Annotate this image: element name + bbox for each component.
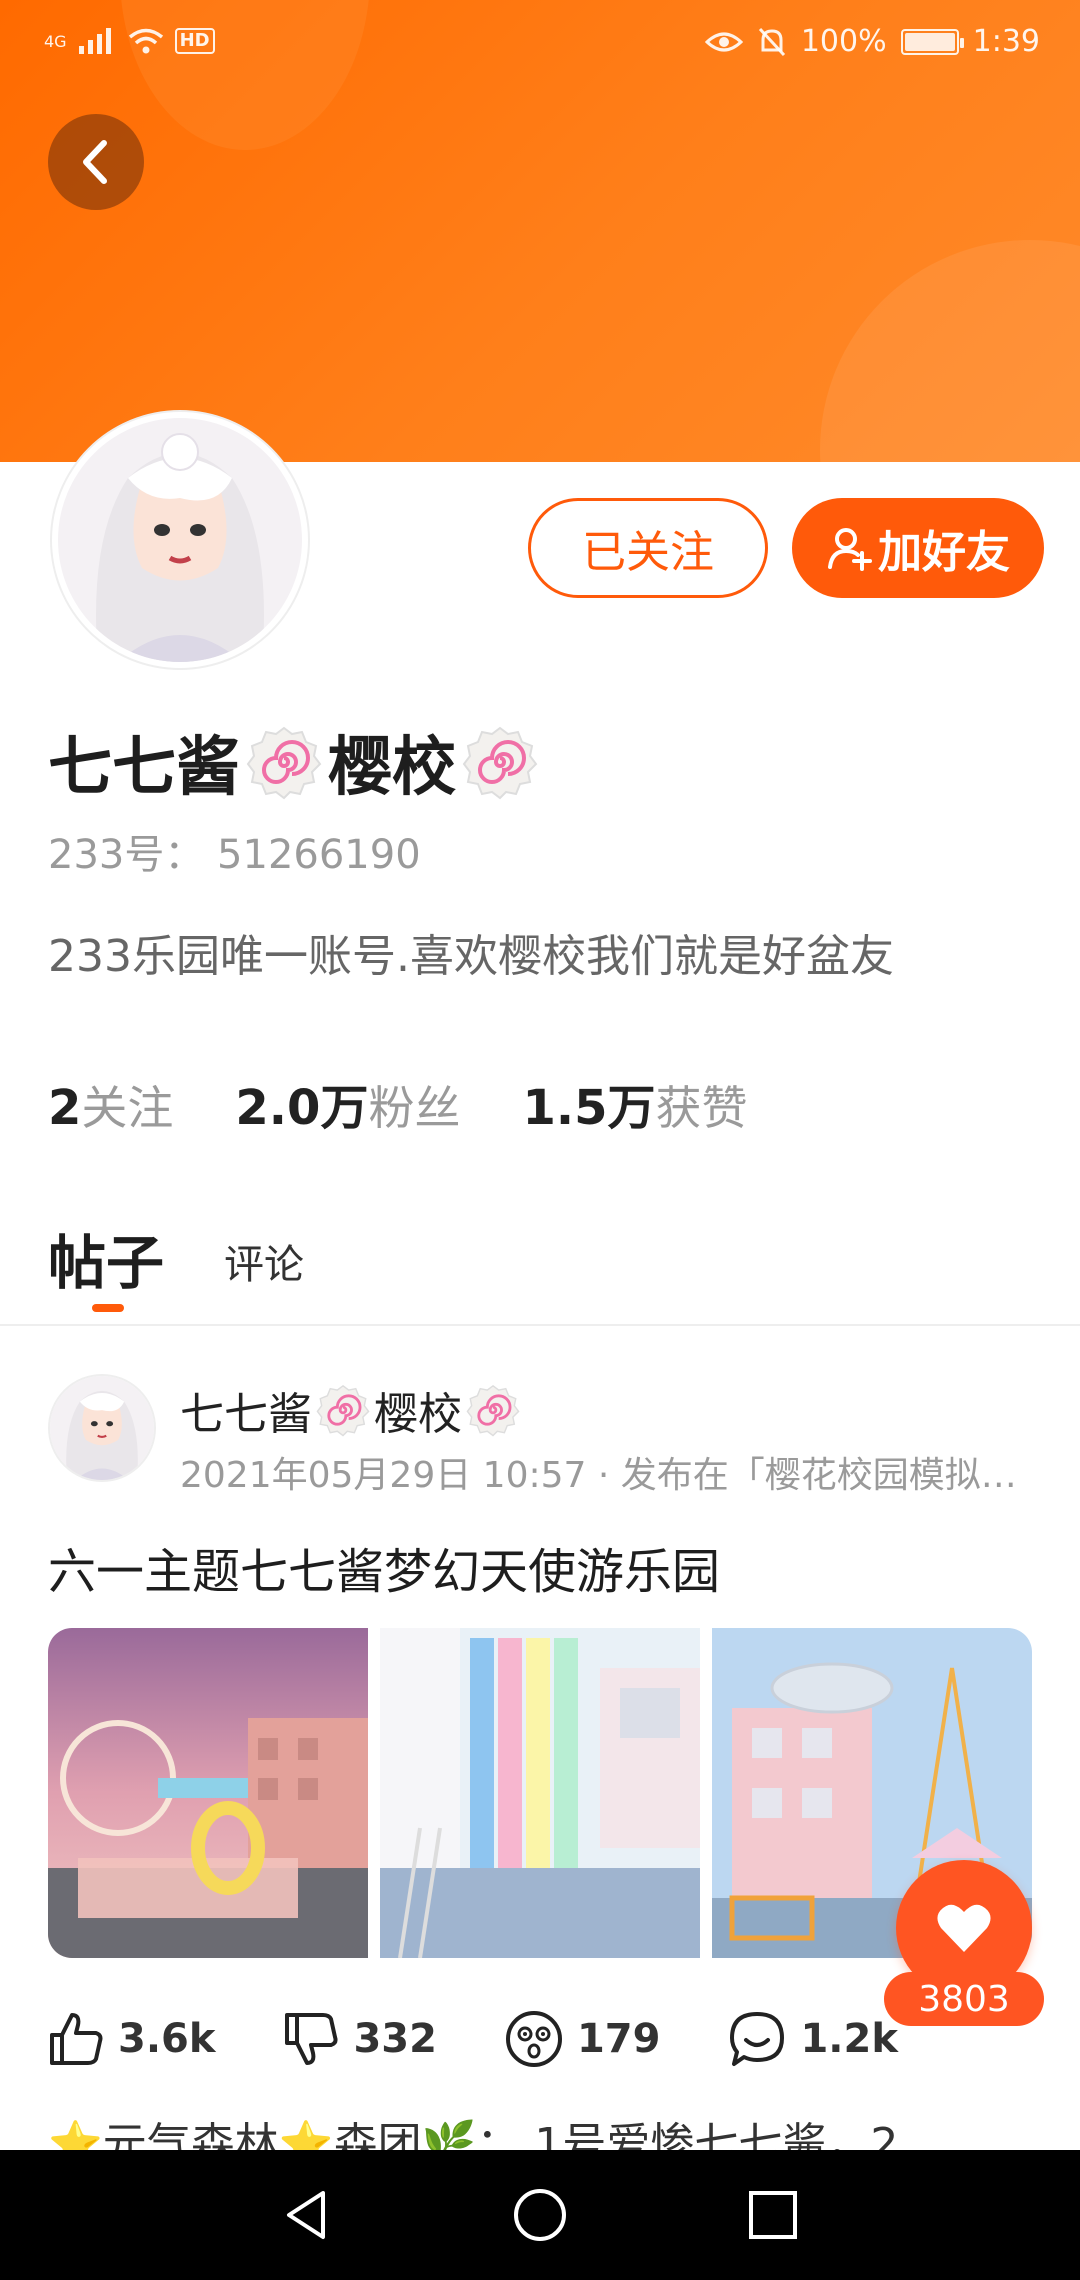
mute-bell-icon [758,27,785,56]
post-actions: 3.6k 332 179 1.2k [48,2010,966,2068]
wow-count: 179 [576,2016,661,2062]
post-image[interactable] [48,1628,368,1958]
narutomaki-icon [316,1384,370,1437]
tab-posts-label: 帖子 [48,1229,165,1297]
post-author-avatar[interactable] [48,1374,156,1482]
stat-value: 1.5万 [522,1080,656,1136]
post-meta: 2021年05月29日 10:57 · 发布在「樱花校园模拟… [180,1455,1017,1496]
comment-count: 1.2k [800,2016,898,2062]
name-text-1: 七七酱 [48,731,240,805]
add-user-icon [828,528,872,571]
stat-following[interactable]: 2 关注 [48,1072,173,1138]
post-title[interactable]: 六一主题七七酱梦幻天使游乐园 [48,1532,720,1602]
game-scene-image [48,1628,368,1958]
signal-icon [78,28,111,54]
home-circle-icon[interactable] [512,2187,568,2243]
post-image[interactable] [380,1628,700,1958]
narutomaki-icon [246,726,322,800]
comment-preview[interactable]: ⭐元气森林⭐森团🌿： 1号爱惨七七酱，2 [48,2116,1080,2150]
heart-icon [937,1904,991,1952]
divider [0,1324,1080,1326]
stat-likes: 1.5万 获赞 [522,1068,747,1138]
thumbs-up-action[interactable]: 3.6k [48,2011,215,2067]
profile-bio: 233乐园唯一账号.喜欢樱校我们就是好盆友 [48,931,894,982]
narutomaki-icon [466,1384,520,1437]
comment-preview-text: ⭐元气森林⭐森团🌿： 1号爱惨七七酱，2 [48,2119,899,2150]
name-text-2: 樱校 [328,731,456,805]
recents-square-icon[interactable] [745,2187,801,2243]
add-friend-label: 加好友 [878,527,1010,578]
clock: 1:39 [972,24,1040,59]
avatar-illustration [50,1376,154,1480]
following-button[interactable]: 已关注 [528,498,768,598]
tab-indicator [92,1304,124,1312]
narutomaki-icon [462,726,538,800]
thumbs-up-icon [50,2013,103,2065]
battery-percent: 100% [800,24,887,59]
back-triangle-icon[interactable] [279,2187,335,2243]
network-label: 4G [44,31,67,51]
stat-label: 关注 [81,1081,174,1135]
author-text-2: 樱校 [374,1389,462,1440]
post-image-gallery [48,1628,1032,1958]
stat-label: 获赞 [655,1081,748,1135]
wow-action[interactable]: 179 [505,2010,661,2068]
tab-comments[interactable]: 评论 [224,1232,304,1300]
content-tabs: 帖子 评论 [48,1216,304,1312]
chevron-left-icon [83,140,107,184]
avatar-illustration [58,418,302,662]
back-button[interactable] [48,114,144,210]
comment-action[interactable]: 1.2k [728,2010,898,2068]
game-scene-image [380,1628,700,1958]
thumbs-down-count: 332 [353,2016,437,2062]
thumbs-down-icon [285,2013,338,2065]
tab-posts[interactable]: 帖子 [48,1216,165,1312]
add-friend-button[interactable]: 加好友 [792,498,1044,598]
wifi-icon [128,28,163,54]
post-author-name[interactable]: 七七酱 樱校 [180,1378,520,1442]
hd-badge: HD [174,28,215,54]
system-nav-bar [0,2150,1080,2280]
stat-value: 2.0万 [235,1080,369,1136]
status-bar: 4G HD 100% 1:39 [0,0,1080,90]
dizzy-face-icon [505,2011,562,2067]
stat-value: 2 [48,1080,82,1136]
profile-name: 七七酱 樱校 [48,716,538,808]
account-id: 233号： 51266190 [48,832,421,878]
comment-icon [730,2012,785,2066]
author-text-1: 七七酱 [180,1389,312,1440]
profile-stats: 2 关注 2.0万 粉丝 1.5万 获赞 [48,1068,748,1138]
thumbs-down-action[interactable]: 332 [283,2011,437,2067]
eye-icon [704,32,743,51]
stat-fans[interactable]: 2.0万 粉丝 [235,1068,460,1138]
profile-avatar[interactable] [52,412,308,668]
thumbs-up-count: 3.6k [118,2016,216,2062]
battery-icon [900,28,964,55]
stat-label: 粉丝 [368,1081,461,1135]
